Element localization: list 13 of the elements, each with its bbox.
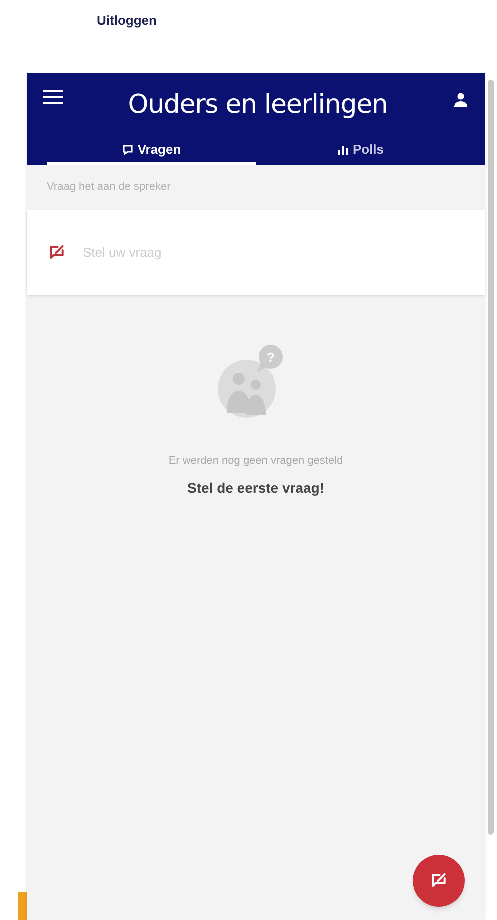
header-title: Ouders en leerlingen [127,89,389,118]
empty-call-to-action: Stel de eerste vraag! [188,478,324,498]
logout-link[interactable]: Uitloggen [97,13,157,28]
compose-button[interactable] [413,855,465,907]
speech-bubble-icon [122,144,134,156]
section-label: Vraag het aan de spreker [47,180,171,196]
user-icon[interactable] [453,92,469,108]
empty-message: Er werden nog geen vragen gesteld [168,454,344,469]
side-tab-edge [18,892,27,920]
tab[interactable]: Vragen [47,137,256,165]
tab[interactable]: Polls [256,137,465,165]
bar-chart-icon [336,144,349,156]
menu-icon[interactable] [43,89,63,105]
